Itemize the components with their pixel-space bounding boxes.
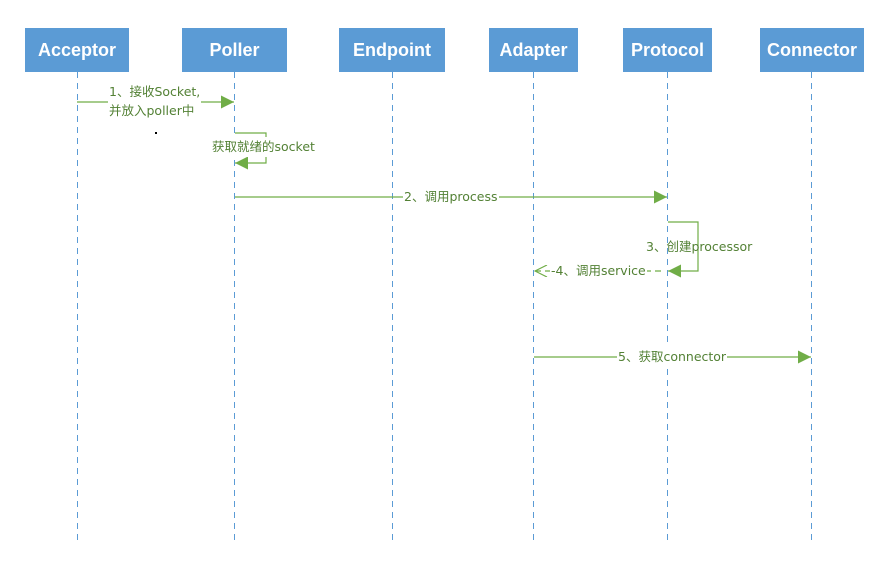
label-line: 并放入poller中 [109, 103, 195, 118]
message-self-poller-label: 获取就绪的socket [211, 137, 316, 157]
dot-marker [155, 132, 157, 134]
message-5-label: 5、获取connector [617, 347, 728, 367]
label-line: 1、接收Socket, [109, 84, 201, 99]
message-1-label: 1、接收Socket, 并放入poller中 [108, 82, 202, 120]
message-2-label: 2、调用process [403, 187, 499, 207]
message-4-label: -4、调用service [550, 261, 647, 281]
message-3-label: 3、创建processor [646, 239, 753, 254]
